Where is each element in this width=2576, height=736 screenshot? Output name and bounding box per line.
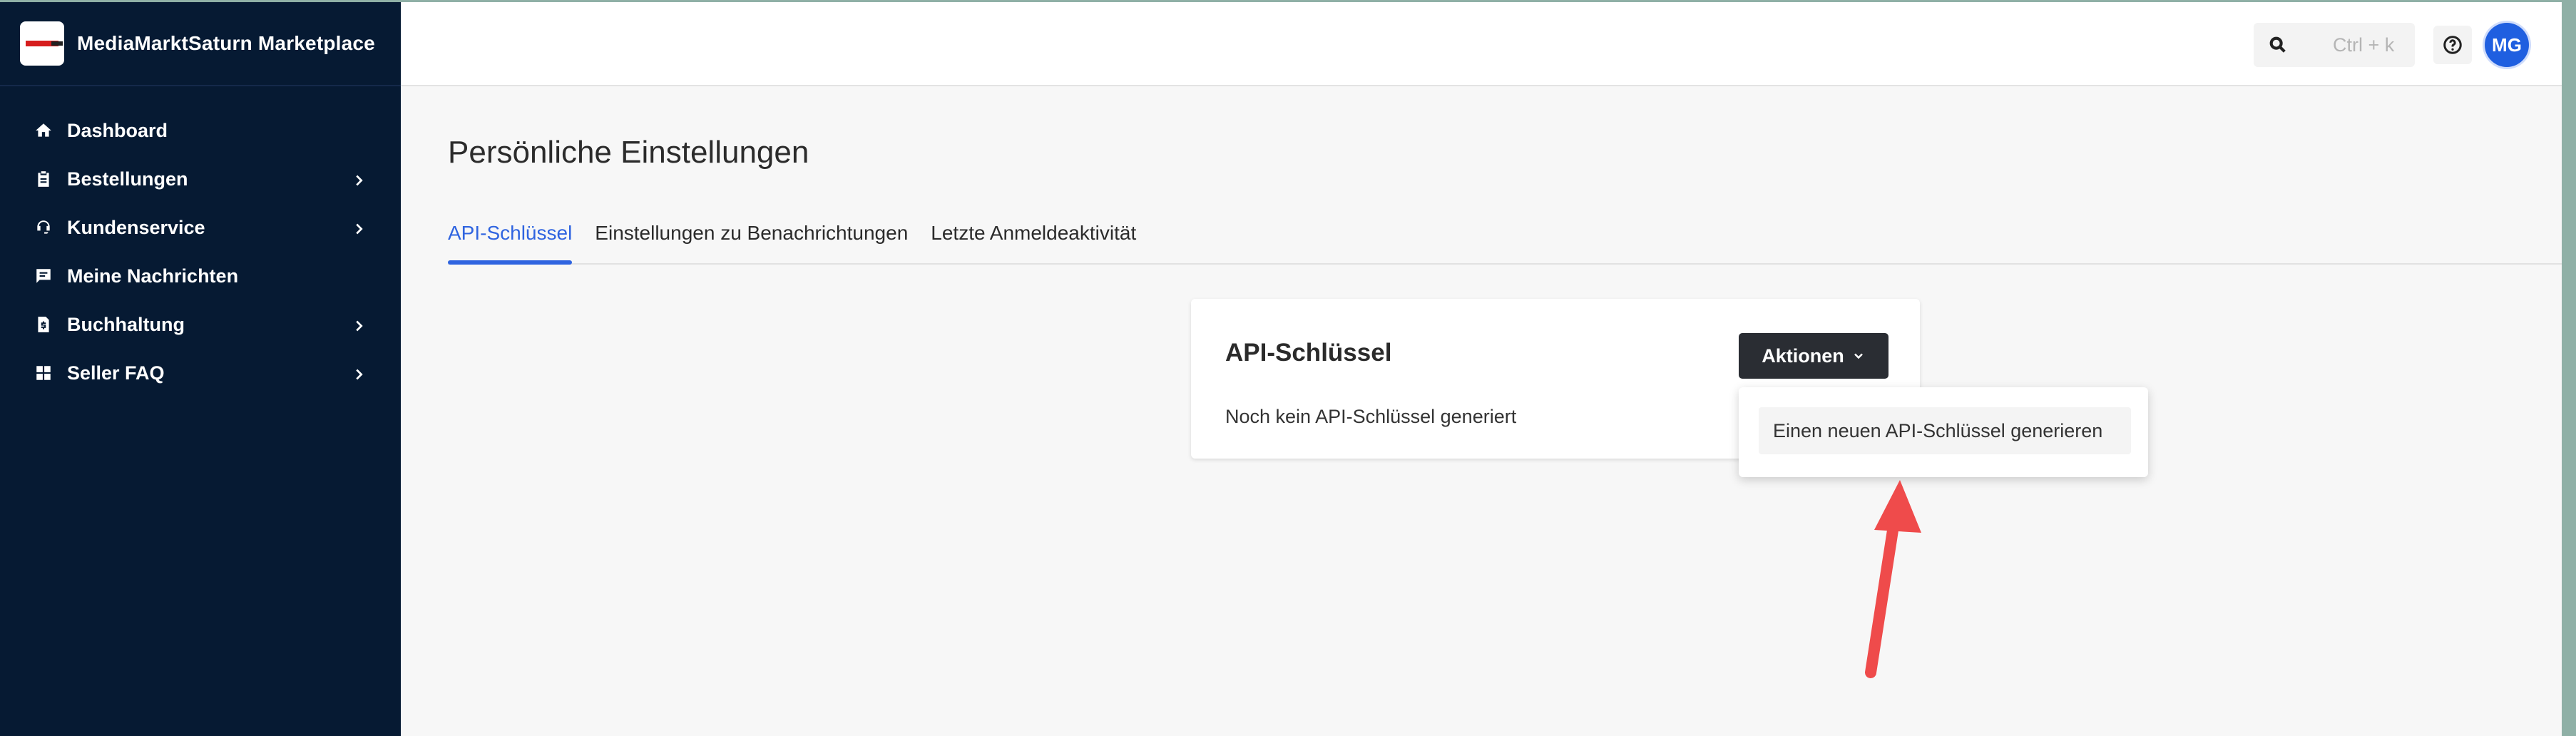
topbar: Ctrl + k MG — [401, 2, 2562, 86]
tab-bar: API-Schlüssel Einstellungen zu Benachric… — [448, 216, 2562, 265]
actions-button[interactable]: Aktionen — [1739, 333, 1888, 379]
help-button[interactable] — [2433, 26, 2472, 64]
tab-notification-settings[interactable]: Einstellungen zu Benachrichtungen — [595, 216, 908, 263]
grid-icon — [34, 364, 53, 382]
search-icon — [2268, 35, 2288, 55]
sidebar-item-label: Bestellungen — [67, 168, 188, 190]
sidebar-item-label: Meine Nachrichten — [67, 265, 239, 287]
search-input[interactable]: Ctrl + k — [2254, 23, 2415, 67]
chevron-down-icon — [1854, 353, 1863, 359]
chevron-right-icon — [351, 317, 367, 332]
card-title: API-Schlüssel — [1225, 339, 1392, 367]
sidebar-item-seller-faq[interactable]: Seller FAQ — [0, 349, 401, 397]
page-title: Persönliche Einstellungen — [448, 135, 809, 170]
sidebar: MediaMarktSaturn Marketplace Dashboard B… — [0, 2, 401, 736]
actions-dropdown-menu: Einen neuen API-Schlüssel generieren — [1739, 387, 2148, 477]
app-window: MediaMarktSaturn Marketplace Dashboard B… — [0, 2, 2562, 736]
sidebar-item-dashboard[interactable]: Dashboard — [0, 106, 401, 155]
sidebar-item-label: Kundenservice — [67, 216, 205, 238]
sidebar-item-label: Seller FAQ — [67, 362, 165, 384]
message-icon — [34, 267, 53, 285]
empty-state-text: Noch kein API-Schlüssel generiert — [1225, 406, 1517, 427]
sidebar-nav: Dashboard Bestellungen Kundenservice Mei… — [0, 86, 401, 397]
brand[interactable]: MediaMarktSaturn Marketplace — [0, 2, 401, 86]
chevron-right-icon — [351, 365, 367, 381]
clipboard-icon — [34, 170, 53, 188]
home-icon — [34, 121, 53, 140]
tab-api-keys[interactable]: API-Schlüssel — [448, 216, 573, 265]
sidebar-item-label: Dashboard — [67, 119, 168, 141]
sidebar-item-kundenservice[interactable]: Kundenservice — [0, 203, 401, 252]
help-icon — [2443, 36, 2462, 54]
brand-name: MediaMarktSaturn Marketplace — [77, 32, 375, 54]
headset-icon — [34, 218, 53, 237]
sidebar-item-nachrichten[interactable]: Meine Nachrichten — [0, 252, 401, 300]
sidebar-item-label: Buchhaltung — [67, 313, 185, 335]
search-shortcut-hint: Ctrl + k — [2333, 34, 2395, 56]
chevron-right-icon — [351, 171, 367, 187]
sidebar-item-buchhaltung[interactable]: Buchhaltung — [0, 300, 401, 349]
invoice-icon — [34, 315, 53, 334]
generate-api-key-menu-item[interactable]: Einen neuen API-Schlüssel generieren — [1759, 407, 2131, 454]
avatar[interactable]: MG — [2485, 23, 2529, 67]
sidebar-item-bestellungen[interactable]: Bestellungen — [0, 155, 401, 203]
brand-logo — [20, 21, 64, 66]
actions-button-label: Aktionen — [1762, 344, 1844, 367]
chevron-right-icon — [351, 220, 367, 235]
tab-login-activity[interactable]: Letzte Anmeldeaktivität — [931, 216, 1136, 263]
